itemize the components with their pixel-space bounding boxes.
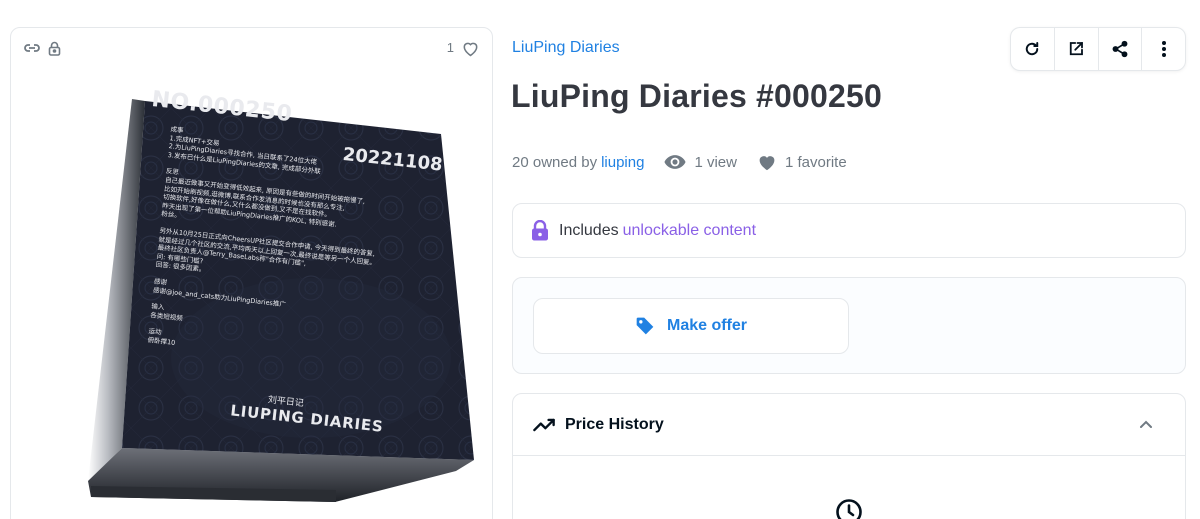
lock-icon <box>531 220 549 241</box>
views-stat: 1 view <box>664 154 737 171</box>
unlockable-prefix: Includes <box>559 221 619 239</box>
asset-title: LiuPing Diaries #000250 <box>511 78 883 114</box>
favorites-label: 1 favorite <box>784 153 847 171</box>
artwork-card-header: 1 <box>11 28 492 68</box>
owner-link[interactable]: liuping <box>601 154 644 171</box>
more-options-button[interactable] <box>1142 28 1185 70</box>
nft-artwork[interactable] <box>11 68 492 519</box>
refresh-button[interactable] <box>1011 28 1055 70</box>
artwork-card: 1 NO.000250 20221108 成事 1.完成NFT+交易 2.为Li… <box>10 27 493 519</box>
more-vertical-icon <box>1161 40 1167 58</box>
favorites-stat: 1 favorite <box>757 153 847 171</box>
owned-by-label: 20 owned by <box>512 153 598 171</box>
clock-icon <box>835 498 863 519</box>
price-history-title: Price History <box>565 415 664 433</box>
make-offer-label: Make offer <box>666 317 748 334</box>
eye-icon <box>664 155 694 169</box>
unlockable-content-link[interactable]: unlockable content <box>623 222 756 240</box>
chevron-up-icon[interactable] <box>1139 416 1163 434</box>
lock-icon[interactable] <box>46 39 62 57</box>
price-history-header[interactable]: Price History <box>513 394 1185 456</box>
trending-icon <box>533 418 565 432</box>
open-external-button[interactable] <box>1055 28 1099 70</box>
price-history-body <box>513 456 1185 519</box>
heart-icon <box>757 153 785 171</box>
link-icon[interactable] <box>23 40 41 56</box>
favorites-count: 1 <box>446 40 454 55</box>
collection-link[interactable]: LiuPing Diaries <box>512 39 620 57</box>
tag-icon <box>635 316 667 336</box>
refresh-icon <box>1023 40 1041 58</box>
asset-meta: 20 owned by liuping 1 view 1 favorite <box>512 151 847 173</box>
share-button[interactable] <box>1099 28 1143 70</box>
share-icon <box>1111 40 1129 58</box>
asset-toolbar <box>1010 27 1186 71</box>
views-count: 1 view <box>694 153 737 171</box>
heart-icon[interactable] <box>460 39 480 57</box>
external-link-icon <box>1067 40 1085 58</box>
unlockable-content-card: Includes unlockable content <box>512 203 1186 258</box>
offer-panel: Make offer <box>512 277 1186 374</box>
price-history-panel: Price History <box>512 393 1186 519</box>
make-offer-button[interactable]: Make offer <box>533 298 849 354</box>
